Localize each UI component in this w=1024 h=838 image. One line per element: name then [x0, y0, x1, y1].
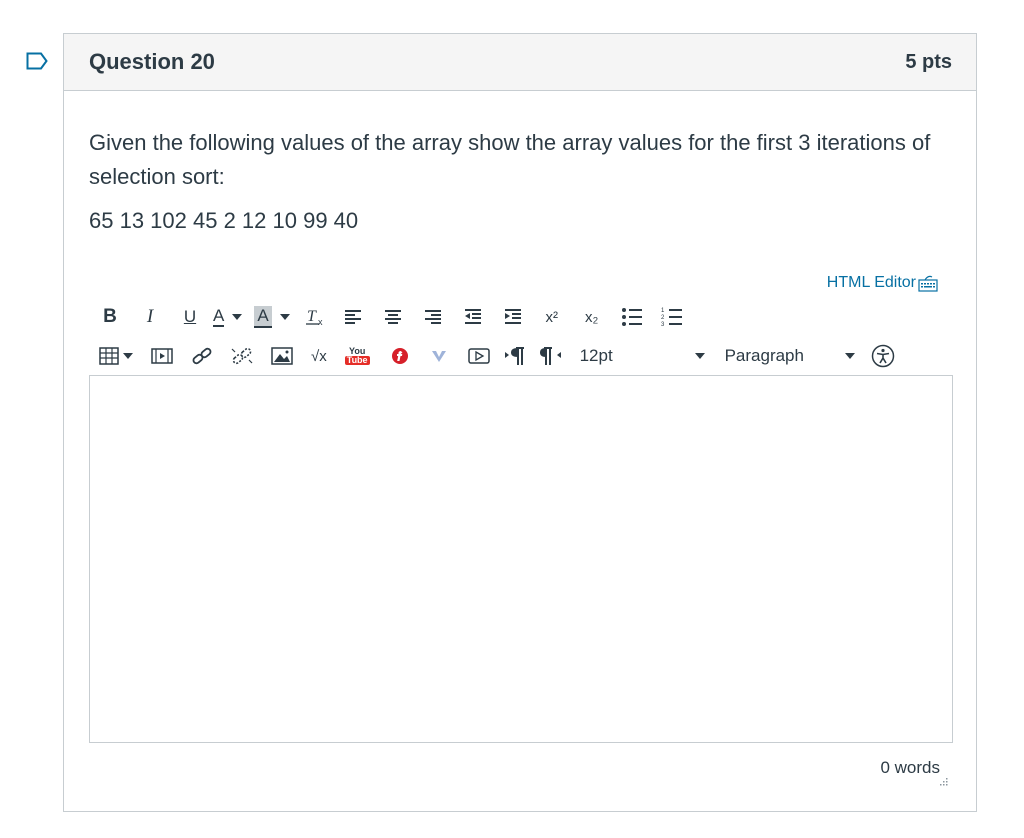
- html-editor-label: HTML Editor: [826, 274, 916, 291]
- embed-media-button[interactable]: [467, 342, 490, 370]
- indent-icon: [504, 309, 521, 324]
- italic-button[interactable]: I: [139, 303, 161, 331]
- table-icon: [99, 347, 119, 365]
- remove-link-button[interactable]: [231, 342, 253, 370]
- bulleted-list-icon: [621, 308, 642, 326]
- clear-formatting-button[interactable]: Tx: [304, 303, 326, 331]
- background-color-label: A: [254, 306, 272, 328]
- align-left-button[interactable]: [342, 303, 364, 331]
- clear-formatting-icon: Tx: [305, 308, 323, 327]
- underline-button[interactable]: U: [179, 303, 201, 331]
- insert-link-button[interactable]: [191, 342, 213, 370]
- chevron-down-icon: [694, 353, 705, 359]
- play-media-icon: [467, 348, 490, 364]
- align-right-button[interactable]: [422, 303, 444, 331]
- flickr-icon: [391, 348, 408, 364]
- unlink-icon: [231, 347, 253, 365]
- question-title: Question 20: [89, 49, 215, 74]
- svg-text:T: T: [307, 308, 317, 325]
- align-right-icon: [424, 310, 441, 324]
- numbered-list-button[interactable]: 123: [660, 303, 684, 331]
- youtube-button[interactable]: You Tube: [344, 342, 370, 370]
- superscript-button[interactable]: x²: [540, 303, 564, 331]
- keyboard-icon: [918, 275, 938, 292]
- vimeo-icon: [431, 351, 446, 362]
- bold-button[interactable]: B: [99, 303, 121, 331]
- bookmark-flag-icon[interactable]: [26, 52, 48, 70]
- vimeo-button[interactable]: [430, 342, 448, 370]
- bulleted-list-button[interactable]: [620, 303, 644, 331]
- image-icon: [271, 347, 293, 365]
- svg-text:2: 2: [661, 315, 665, 321]
- youtube-bottom-text: Tube: [344, 355, 370, 365]
- block-format-value: Paragraph: [724, 346, 804, 365]
- question-text: Given the following values of the array …: [89, 130, 931, 189]
- outdent-icon: [464, 309, 481, 324]
- chevron-down-icon: [279, 314, 290, 320]
- editor-toolbar-row-1: B I U A A Tx x² x₂ 123: [99, 302, 684, 332]
- background-color-dropdown[interactable]: A: [254, 303, 290, 331]
- block-format-dropdown[interactable]: Paragraph: [725, 342, 855, 370]
- table-dropdown[interactable]: [99, 342, 133, 370]
- rich-text-editor[interactable]: [89, 375, 953, 743]
- flickr-button[interactable]: [390, 342, 410, 370]
- html-editor-link[interactable]: HTML Editor: [827, 274, 938, 292]
- outdent-button[interactable]: [462, 303, 484, 331]
- math-equation-button[interactable]: √x: [311, 342, 327, 370]
- svg-text:x: x: [318, 317, 323, 327]
- chevron-down-icon: [844, 353, 855, 359]
- accessibility-checker-button[interactable]: [871, 342, 895, 370]
- left-to-right-icon: [504, 347, 524, 365]
- numbered-list-icon: 123: [661, 308, 682, 327]
- rtl-paragraph-button[interactable]: [539, 342, 562, 370]
- media-icon: [151, 348, 173, 364]
- question-card: Question 20 5 pts Given the following va…: [63, 33, 977, 812]
- align-center-button[interactable]: [382, 303, 404, 331]
- text-color-dropdown[interactable]: A: [213, 303, 243, 331]
- align-center-icon: [384, 310, 401, 324]
- text-color-label: A: [213, 306, 225, 327]
- editor-toolbar-row-2: √x You Tube 12pt Paragraph: [99, 341, 954, 371]
- question-points: 5 pts: [905, 50, 952, 73]
- question-array-values: 65 13 102 45 2 12 10 99 40: [89, 208, 359, 233]
- accessibility-icon: [871, 344, 894, 368]
- resize-handle-icon[interactable]: [938, 778, 948, 786]
- ltr-paragraph-button[interactable]: [504, 342, 526, 370]
- word-count: 0 words: [880, 758, 940, 777]
- subscript-button[interactable]: x₂: [580, 303, 604, 331]
- right-to-left-icon: [539, 347, 561, 365]
- media-button[interactable]: [151, 342, 173, 370]
- svg-text:3: 3: [661, 322, 665, 327]
- chevron-down-icon: [232, 314, 243, 320]
- youtube-icon: You Tube: [344, 347, 370, 365]
- indent-button[interactable]: [502, 303, 524, 331]
- font-size-value: 12pt: [579, 346, 613, 365]
- chevron-down-icon: [123, 353, 133, 359]
- insert-image-button[interactable]: [271, 342, 293, 370]
- align-left-icon: [344, 310, 361, 324]
- font-size-dropdown[interactable]: 12pt: [580, 342, 705, 370]
- question-header: Question 20 5 pts: [64, 34, 976, 91]
- link-icon: [192, 347, 212, 365]
- svg-text:1: 1: [661, 308, 665, 314]
